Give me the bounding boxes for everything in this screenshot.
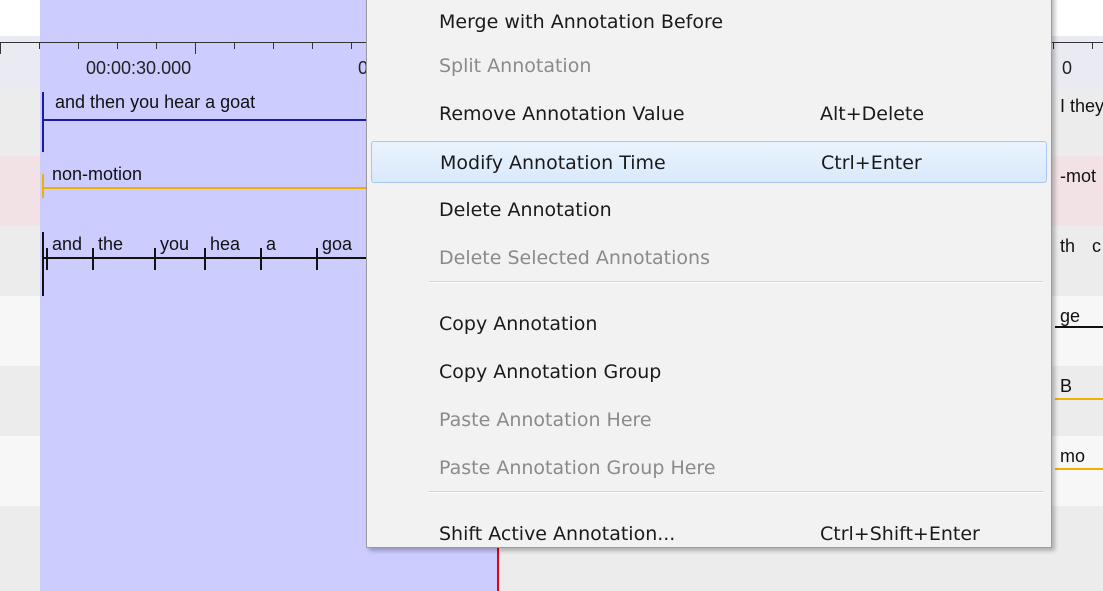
menu-item[interactable]: Copy Annotation Group [371,351,1047,393]
menu-item[interactable]: Shift Active Annotation... Ctrl+Shift+Ent… [371,513,1047,555]
menu-item-label: Paste Annotation Group Here [439,457,716,479]
row4-partial-annotation[interactable]: ge [1060,306,1080,327]
row6-line [1055,468,1103,470]
ruler-tick [156,42,157,49]
menu-item-label: Delete Annotation [439,199,612,221]
utterance-span-line [42,119,368,121]
word-annotation[interactable]: goa [322,234,352,255]
timeline-viewer[interactable]: 00:00:30.000 0 0 and then you hear a goa… [0,0,1103,591]
utterance-annotation[interactable]: and then you hear a goat [55,92,255,113]
menu-item[interactable]: Remove Annotation Value Alt+Delete [371,93,1047,135]
menu-item-label: Paste Annotation Here [439,409,652,431]
motion-span-line [42,187,368,189]
word-boundary [154,248,156,270]
ruler-partial-label-right: 0 [1062,58,1073,78]
ruler-tick [0,42,1,54]
menu-item-shortcut: Ctrl+Enter [821,152,922,174]
menu-item[interactable]: Copy Annotation [371,303,1047,345]
menu-separator [429,281,1043,283]
menu-item[interactable]: Paste Annotation Group Here [371,447,1047,489]
row4-line [1055,326,1103,328]
word-boundary [204,248,206,270]
motion-partial-annotation[interactable]: -mot [1060,166,1096,187]
word-boundary [46,248,48,270]
menu-separator [429,491,1043,493]
word-annotation[interactable]: you [160,234,189,255]
word-annotation[interactable]: hea [210,234,240,255]
menu-item[interactable]: Modify Annotation Time Ctrl+Enter [371,141,1047,183]
row6-partial-annotation[interactable]: mo [1060,446,1085,467]
word-annotation[interactable]: the [98,234,123,255]
ruler-tick [312,42,313,49]
ruler-tick [195,42,196,54]
ruler-tick [273,42,274,49]
ruler-tick [117,42,118,49]
word-annotation[interactable]: and [52,234,82,255]
word-boundary [316,248,318,270]
ruler-tick [1053,42,1054,49]
word-annotation[interactable]: a [266,234,276,255]
menu-item-shortcut: Ctrl+Shift+Enter [820,523,980,545]
row5-partial-annotation[interactable]: B [1060,376,1072,397]
ruler-time-label: 00:00:30.000 [86,58,192,78]
words-span-line [42,257,368,259]
word-boundary [260,248,262,270]
menu-item[interactable]: Split Annotation [371,45,1047,87]
menu-item-label: Remove Annotation Value [439,103,685,125]
menu-item-label: Shift Active Annotation... [439,523,676,545]
ruler-tick [1092,42,1093,49]
utterance-boundary [42,92,44,152]
ruler-tick [351,42,352,49]
menu-item-label: Split Annotation [439,55,592,77]
motion-annotation[interactable]: non-motion [52,164,142,185]
menu-item-shortcut: Alt+Delete [820,103,925,125]
words-partial-2[interactable]: c [1092,236,1101,257]
ruler-tick [39,42,40,49]
context-menu[interactable]: Merge with Annotation Before Split Annota… [366,0,1052,548]
ruler-tick [234,42,235,49]
words-boundary [42,232,44,296]
menu-item-label: Merge with Annotation Before [439,11,724,33]
menu-item[interactable]: Delete Annotation [371,189,1047,231]
ruler-tick [78,42,79,49]
menu-item[interactable]: Paste Annotation Here [371,399,1047,441]
menu-item-label: Copy Annotation [439,313,598,335]
motion-boundary [42,174,44,198]
row5-line [1055,398,1103,400]
menu-item-label: Copy Annotation Group [439,361,662,383]
menu-item-label: Modify Annotation Time [440,152,666,174]
menu-item[interactable]: Merge with Annotation Before [371,1,1047,43]
words-partial-1[interactable]: th [1060,236,1075,257]
menu-item-label: Delete Selected Annotations [439,247,710,269]
word-boundary [92,248,94,270]
utterance-partial-annotation[interactable]: I they [1060,96,1103,117]
menu-item[interactable]: Delete Selected Annotations [371,237,1047,279]
